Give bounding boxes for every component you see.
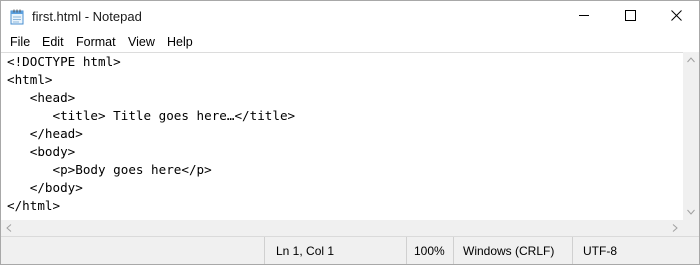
code-line: </head> [7, 126, 83, 141]
notepad-icon [10, 9, 24, 25]
horizontal-scrollbar[interactable] [1, 220, 683, 236]
window-title: first.html - Notepad [32, 9, 142, 24]
scroll-left-icon[interactable] [1, 220, 17, 236]
minimize-button[interactable] [561, 1, 607, 32]
scroll-down-icon[interactable] [683, 204, 699, 220]
code-line: <title> Title goes here…</title> [7, 108, 296, 123]
vertical-scrollbar[interactable] [683, 52, 699, 220]
code-line: <body> [7, 144, 76, 159]
scroll-up-icon[interactable] [683, 52, 699, 68]
maximize-icon [624, 8, 636, 26]
notepad-window: first.html - Notepad File Edit Format Vi… [0, 0, 700, 265]
minimize-icon [578, 8, 590, 26]
title-bar[interactable]: first.html - Notepad [1, 1, 699, 32]
menu-file[interactable]: File [10, 35, 30, 49]
status-bar: Ln 1, Col 1 100% Windows (CRLF) UTF-8 [1, 236, 699, 264]
status-encoding-cell: UTF-8 [572, 237, 699, 264]
encoding: UTF-8 [583, 244, 617, 258]
code-line: <html> [7, 72, 53, 87]
zoom-level: 100% [414, 244, 445, 258]
status-position-cell: Ln 1, Col 1 [264, 237, 407, 264]
menu-edit[interactable]: Edit [42, 35, 64, 49]
close-button[interactable] [653, 1, 699, 32]
code-line: <!DOCTYPE html> [7, 54, 121, 69]
scrollbar-corner [683, 220, 699, 236]
cursor-position: Ln 1, Col 1 [276, 244, 335, 258]
menu-help[interactable]: Help [167, 35, 193, 49]
close-icon [670, 8, 682, 26]
code-line: <head> [7, 90, 76, 105]
text-editor[interactable]: <!DOCTYPE html> <html> <head> <title> Ti… [1, 52, 683, 221]
code-line: </html> [7, 198, 61, 213]
maximize-button[interactable] [607, 1, 653, 32]
code-line: <p>Body goes here</p> [7, 162, 212, 177]
code-line: </body> [7, 180, 83, 195]
menu-view[interactable]: View [128, 35, 155, 49]
status-line-ending-cell: Windows (CRLF) [453, 237, 573, 264]
menu-bar: File Edit Format View Help [1, 32, 699, 52]
line-ending: Windows (CRLF) [463, 244, 555, 258]
menu-format[interactable]: Format [76, 35, 116, 49]
status-zoom-cell: 100% [406, 237, 454, 264]
scroll-right-icon[interactable] [667, 220, 683, 236]
